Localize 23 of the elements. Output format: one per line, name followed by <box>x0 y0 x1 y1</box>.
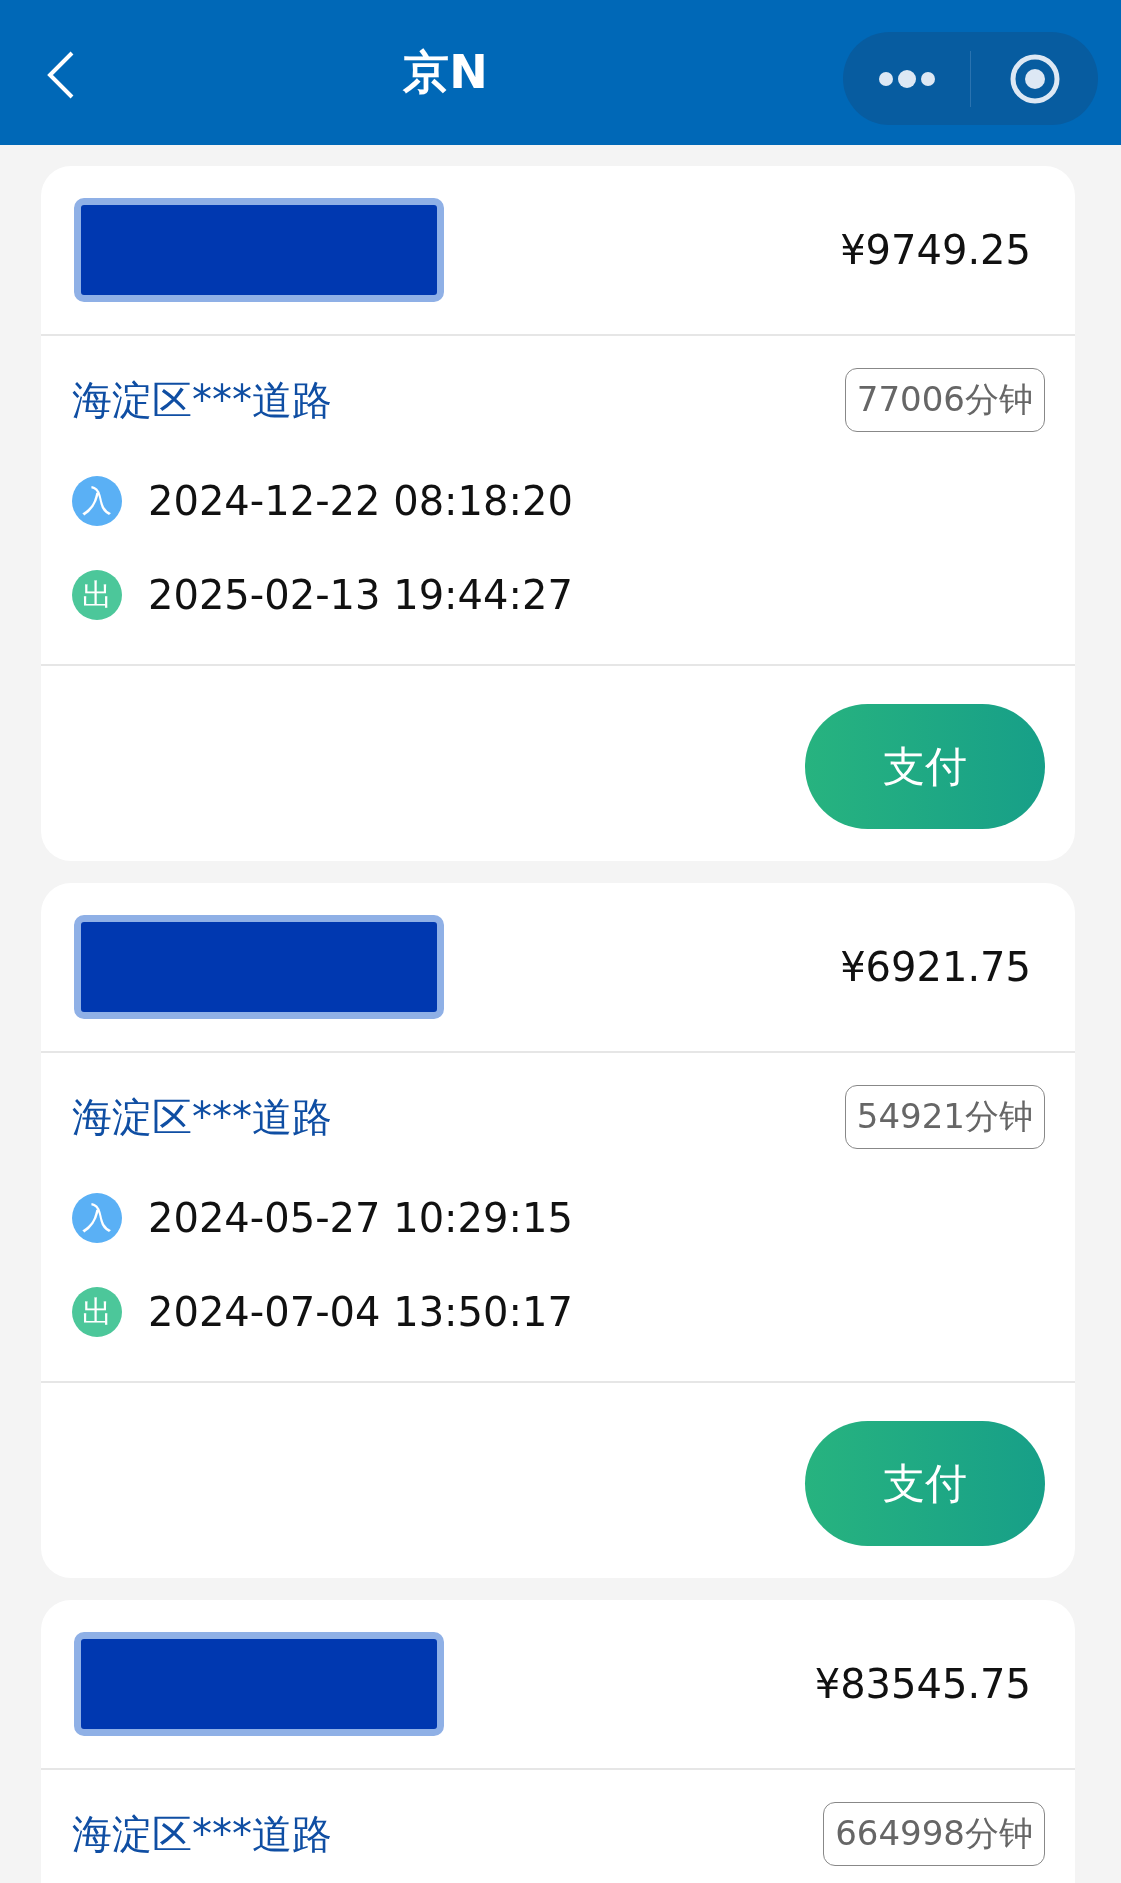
duration-tag: 77006分钟 <box>844 368 1045 432</box>
location: 海淀区***道路 <box>72 1809 332 1859</box>
close-icon[interactable] <box>1008 52 1061 105</box>
duration-tag: 664998分钟 <box>823 1802 1045 1866</box>
exit-time: 2024-07-04 13:50:17 <box>148 1289 573 1335</box>
location: 海淀区***道路 <box>72 1092 332 1142</box>
more-icon[interactable] <box>876 68 937 89</box>
entry-time: 2024-12-22 08:18:20 <box>148 478 573 524</box>
exit-badge: 出 <box>72 1287 122 1337</box>
back-icon[interactable] <box>46 50 76 100</box>
exit-badge: 出 <box>72 570 122 620</box>
entry-badge: 入 <box>72 476 122 526</box>
duration-tag: 54921分钟 <box>844 1085 1045 1149</box>
page-title: 京N <box>403 43 488 101</box>
amount: ¥6921.75 <box>840 944 1031 990</box>
location: 海淀区***道路 <box>72 375 332 425</box>
exit-time: 2025-02-13 19:44:27 <box>148 572 573 618</box>
entry-time: 2024-05-27 10:29:15 <box>148 1195 573 1241</box>
entry-badge: 入 <box>72 1193 122 1243</box>
amount: ¥83545.75 <box>814 1661 1031 1707</box>
pay-button[interactable]: 支付 <box>805 1421 1045 1546</box>
amount: ¥9749.25 <box>840 227 1031 273</box>
pay-button[interactable]: 支付 <box>805 704 1045 829</box>
